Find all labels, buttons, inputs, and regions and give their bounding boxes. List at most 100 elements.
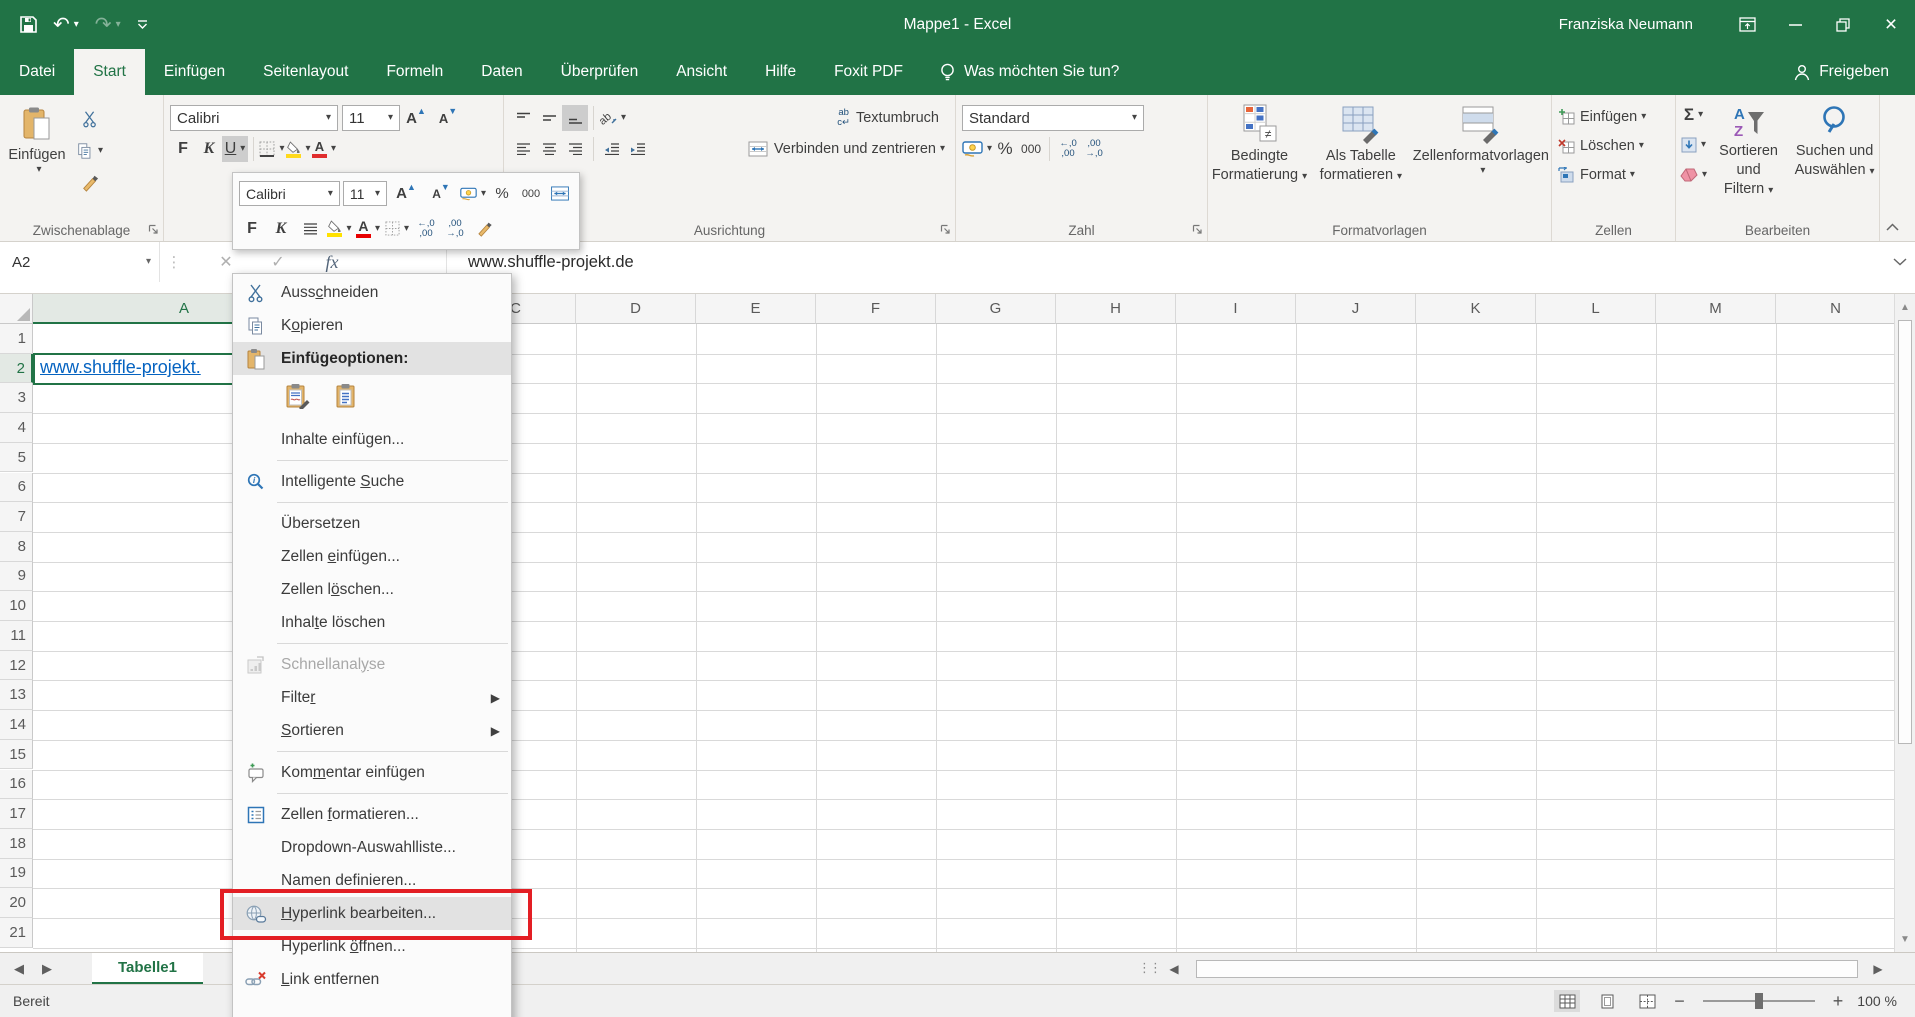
bold-button[interactable]: F	[170, 136, 196, 162]
tab-formeln[interactable]: Formeln	[367, 49, 462, 95]
dialog-launcher-icon[interactable]	[1192, 224, 1203, 235]
mini-accounting-button[interactable]: ▾	[460, 181, 486, 207]
row-header-5[interactable]: 5	[0, 443, 33, 473]
tab-überprüfen[interactable]: Überprüfen	[542, 49, 658, 95]
align-top-button[interactable]	[510, 105, 536, 131]
find-select-button[interactable]: Suchen und Auswählen▾	[1790, 102, 1879, 241]
menu-item-sort[interactable]: Sortieren▶	[233, 714, 511, 747]
grow-font-button[interactable]: A▲	[400, 105, 432, 131]
select-all-corner[interactable]	[0, 294, 33, 324]
column-header-G[interactable]: G	[936, 294, 1056, 324]
menu-item-define-name[interactable]: Namen definieren...	[233, 864, 511, 897]
row-header-11[interactable]: 11	[0, 621, 33, 651]
mini-increase-decimal-button[interactable]: ←,0,00	[413, 216, 439, 242]
column-header-H[interactable]: H	[1056, 294, 1176, 324]
insert-cells-button[interactable]: Einfügen▾	[1558, 104, 1646, 130]
menu-item-paste-options[interactable]: Einfügeoptionen:	[233, 342, 511, 375]
menu-item-dropdown-list[interactable]: Dropdown-Auswahlliste...	[233, 831, 511, 864]
horizontal-scrollbar-thumb[interactable]	[1196, 960, 1858, 978]
percent-style-button[interactable]: %	[992, 136, 1018, 162]
menu-item-copy[interactable]: Kopieren	[233, 309, 511, 342]
mini-grow-font-button[interactable]: A▲	[390, 181, 422, 207]
increase-indent-button[interactable]	[625, 136, 651, 162]
horizontal-scrollbar[interactable]	[1192, 957, 1862, 981]
conditional-formatting-button[interactable]: ≠ Bedingte Formatierung▾	[1208, 102, 1311, 241]
paste-button[interactable]: Einfügen ▾	[6, 102, 68, 220]
sheet-tab-tabelle1[interactable]: Tabelle1	[92, 953, 203, 984]
menu-item-delete-cells[interactable]: Zellen löschen...	[233, 573, 511, 606]
previous-sheet-icon[interactable]: ◀	[14, 961, 24, 977]
merge-center-button[interactable]: Verbinden und zentrieren ▾	[748, 136, 949, 162]
customize-quick-access-icon[interactable]	[137, 20, 148, 30]
zoom-slider-thumb[interactable]	[1755, 993, 1763, 1009]
cell-styles-button[interactable]: Zellenformatvorlagen ▾	[1411, 102, 1551, 241]
save-button[interactable]	[20, 16, 37, 33]
tab-datei[interactable]: Datei	[0, 49, 74, 95]
paste-values-icon[interactable]	[329, 379, 363, 413]
zoom-out-button[interactable]: −	[1674, 992, 1685, 1010]
cell-a2-hyperlink[interactable]: www.shuffle-projekt.	[40, 357, 201, 378]
menu-item-smart-lookup[interactable]: iIntelligente Suche	[233, 465, 511, 498]
ribbon-display-options-button[interactable]	[1723, 0, 1771, 49]
tell-me-box[interactable]: Was möchten Sie tun?	[940, 49, 1119, 95]
format-as-table-button[interactable]: Als Tabelle formatieren▾	[1313, 102, 1409, 241]
scroll-up-icon[interactable]: ▲	[1895, 296, 1915, 318]
zoom-level[interactable]: 100 %	[1857, 993, 1897, 1009]
dialog-launcher-icon[interactable]	[940, 224, 951, 235]
align-center-button[interactable]	[536, 136, 562, 162]
decrease-decimal-button[interactable]: ,00→,0	[1081, 136, 1107, 162]
tab-foxit-pdf[interactable]: Foxit PDF	[815, 49, 922, 95]
align-middle-button[interactable]	[536, 105, 562, 131]
scroll-right-icon[interactable]: ▶	[1866, 957, 1890, 981]
signed-in-user[interactable]: Franziska Neumann	[1559, 16, 1693, 33]
menu-item-insert-cells[interactable]: Zellen einfügen...	[233, 540, 511, 573]
menu-item-format-cells[interactable]: Zellen formatieren...	[233, 798, 511, 831]
column-header-F[interactable]: F	[816, 294, 936, 324]
increase-decimal-button[interactable]: ←,0,00	[1055, 136, 1081, 162]
menu-item-paste-special[interactable]: Inhalte einfügen...	[233, 423, 511, 456]
menu-item-remove-link[interactable]: Link entfernen	[233, 963, 511, 996]
dialog-launcher-icon[interactable]	[148, 224, 159, 235]
borders-button[interactable]: ▾	[259, 136, 285, 162]
menu-item-translate[interactable]: Übersetzen	[233, 507, 511, 540]
column-header-N[interactable]: N	[1776, 294, 1896, 324]
autosum-button[interactable]: Σ▾	[1680, 102, 1707, 128]
format-painter-button[interactable]	[76, 170, 103, 196]
next-sheet-icon[interactable]: ▶	[42, 961, 52, 977]
mini-percent-button[interactable]: %	[489, 181, 515, 207]
cut-button[interactable]	[76, 106, 103, 132]
tab-hilfe[interactable]: Hilfe	[746, 49, 815, 95]
column-header-J[interactable]: J	[1296, 294, 1416, 324]
column-header-I[interactable]: I	[1176, 294, 1296, 324]
row-header-4[interactable]: 4	[0, 413, 33, 443]
restore-button[interactable]	[1819, 0, 1867, 49]
decrease-indent-button[interactable]	[599, 136, 625, 162]
formula-bar-splitter[interactable]: ⋮	[166, 242, 182, 282]
number-format-combo[interactable]: Standard▾	[962, 105, 1144, 131]
clear-button[interactable]: ▾	[1680, 162, 1707, 188]
mini-decrease-decimal-button[interactable]: ,00→,0	[442, 216, 468, 242]
name-box[interactable]: A2▾	[0, 242, 160, 282]
format-cells-button-ribbon[interactable]: Format▾	[1558, 162, 1635, 188]
paste-keep-formatting-icon[interactable]	[281, 379, 315, 413]
scrollbar-splitter[interactable]: ⋮⋮	[1138, 960, 1160, 976]
delete-cells-button[interactable]: Löschen▾	[1558, 133, 1644, 159]
zoom-slider[interactable]	[1703, 1000, 1815, 1002]
mini-format-painter-button[interactable]	[471, 216, 497, 242]
font-name-combo[interactable]: Calibri▾	[170, 105, 338, 131]
expand-formula-bar-icon[interactable]	[1893, 242, 1907, 282]
row-header-19[interactable]: 19	[0, 859, 33, 889]
row-header-8[interactable]: 8	[0, 532, 33, 562]
row-header-20[interactable]: 20	[0, 888, 33, 918]
mini-shrink-font-button[interactable]: A▼	[425, 181, 457, 207]
italic-button[interactable]: K	[196, 136, 222, 162]
scroll-left-icon[interactable]: ◀	[1162, 957, 1186, 981]
font-size-combo[interactable]: 11▾	[342, 105, 400, 131]
align-bottom-button[interactable]	[562, 105, 588, 131]
tab-einfügen[interactable]: Einfügen	[145, 49, 244, 95]
tab-start[interactable]: Start	[74, 49, 145, 95]
mini-comma-button[interactable]: 000	[518, 181, 544, 207]
vertical-scrollbar-thumb[interactable]	[1898, 320, 1912, 744]
zoom-in-button[interactable]: +	[1833, 992, 1844, 1010]
fill-color-button[interactable]: ▾	[285, 136, 311, 162]
